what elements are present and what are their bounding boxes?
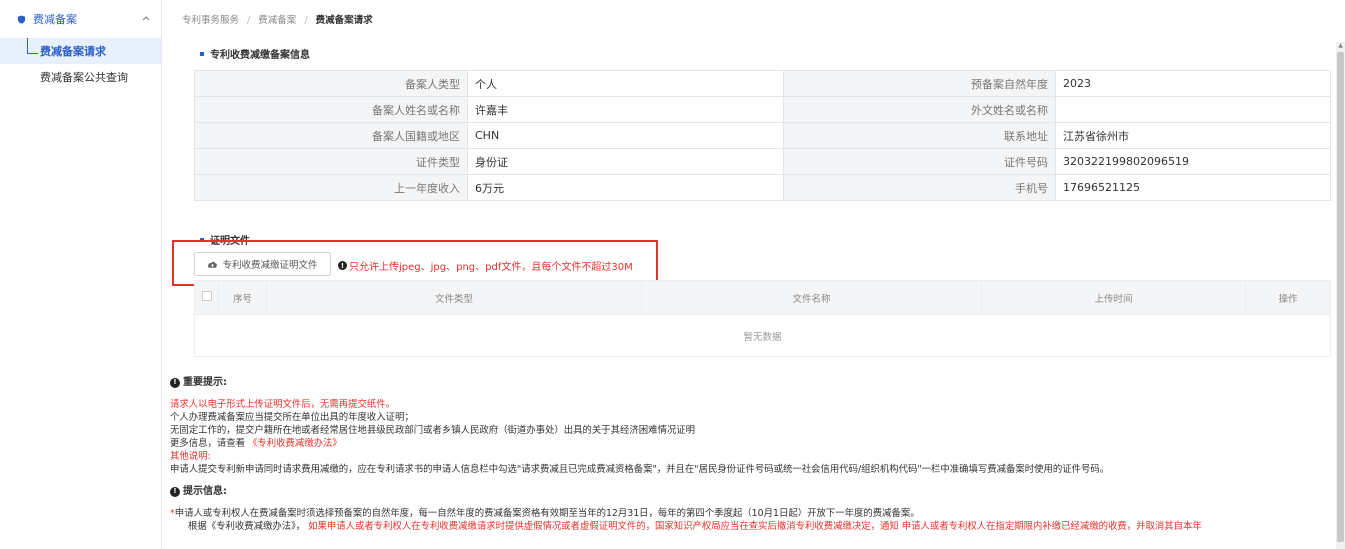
sidebar-group-label: 费减备案	[33, 13, 77, 26]
upload-hint-text: 只允许上传jpeg、jpg、png、pdf文件，且每个文件不超过30M	[349, 262, 633, 273]
field-value: 320322199802096519	[1055, 148, 1331, 175]
section-title-text: 专利收费减缴备案信息	[210, 50, 310, 61]
column-header: 序号	[218, 280, 267, 315]
empty-row: 暂无数据	[194, 314, 1331, 357]
field-label: 备案人姓名或名称	[194, 96, 468, 123]
breadcrumb: 专利事务服务 / 费减备案 / 费减备案请求	[182, 12, 373, 26]
column-header: 上传时间	[981, 280, 1246, 315]
important-line: 个人办理费减备案应当提交所在单位出具的年度收入证明；	[170, 412, 414, 423]
field-value: 身份证	[467, 148, 784, 175]
tips-line-text: 根据《专利收费减缴办法》，	[188, 521, 306, 532]
field-value: CHN	[467, 122, 784, 149]
table-row: 备案人姓名或名称 许嘉丰 外文姓名或名称	[194, 96, 1331, 123]
sidebar-item-public-query[interactable]: 费减备案公共查询	[0, 64, 161, 90]
field-label: 手机号	[783, 174, 1056, 201]
field-value: 许嘉丰	[467, 96, 784, 123]
column-header: 文件名称	[641, 280, 982, 315]
sidebar-group-fee-reduction[interactable]: 费减备案	[0, 0, 161, 38]
important-line: 更多信息，请查看 《专利收费减缴办法》	[170, 437, 1335, 450]
section-marker-icon	[200, 51, 204, 56]
sidebar-item-label: 费减备案公共查询	[40, 71, 128, 84]
select-all-checkbox[interactable]	[201, 291, 212, 301]
field-label: 上一年度收入	[194, 174, 468, 201]
breadcrumb-item[interactable]: 专利事务服务	[182, 15, 239, 26]
field-label: 备案人国籍或地区	[194, 122, 468, 149]
table-row: 证件类型 身份证 证件号码 320322199802096519	[194, 148, 1331, 175]
info-table: 备案人类型 个人 预备案自然年度 2023 备案人姓名或名称 许嘉丰 外文姓名或…	[194, 70, 1331, 201]
field-value: 17696521125	[1055, 174, 1331, 201]
breadcrumb-separator: /	[304, 15, 308, 26]
vertical-scrollbar[interactable]: ▲	[1336, 42, 1345, 549]
table-row: 备案人国籍或地区 CHN 联系地址 江苏省徐州市	[194, 122, 1331, 149]
other-label: 其他说明:	[170, 451, 211, 462]
scroll-up-icon[interactable]: ▲	[1337, 42, 1344, 50]
table-header-row: 序号 文件类型 文件名称 上传时间 操作	[194, 280, 1331, 315]
sidebar: 费减备案 费减备案请求 费减备案公共查询	[0, 0, 162, 549]
tips-title-text: 提示信息:	[183, 486, 227, 497]
breadcrumb-current: 费减备案请求	[315, 15, 373, 26]
scrollbar-thumb[interactable]	[1337, 52, 1344, 542]
tips-line: *申请人或专利权人在费减备案时须选择预备案的自然年度，每一自然年度的费减备案资格…	[170, 507, 1335, 520]
field-value: 江苏省徐州市	[1055, 122, 1331, 149]
important-line: 申请人提交专利新申请同时请求费用减缴的，应在专利请求书的申请人信息栏中勾选"请求…	[170, 464, 1110, 475]
empty-text: 暂无数据	[194, 314, 1331, 357]
tips-line-warning: 如果申请人或者专利权人在专利收费减缴请求时提供虚假情况或者虚假证明文件的，国家知…	[308, 521, 1202, 532]
field-value: 6万元	[467, 174, 784, 201]
regulation-link[interactable]: 《专利收费减缴办法》	[248, 438, 342, 449]
app-root: 费减备案 费减备案请求 费减备案公共查询 专利事务服务 / 费减备案 / 费减备…	[0, 0, 1345, 549]
tree-connector	[27, 38, 38, 54]
main-content: 专利事务服务 / 费减备案 / 费减备案请求 专利收费减缴备案信息 备案人类型 …	[170, 0, 1331, 549]
important-line: 无固定工作的，提交户籍所在地或者经常居住地县级民政部门或者乡镇人民政府（街道办事…	[170, 425, 696, 436]
tips-line: 根据《专利收费减缴办法》， 如果申请人或者专利权人在专利收费减缴请求时提供虚假情…	[170, 520, 1335, 533]
tips-line-text: 申请人或专利权人在费减备案时须选择预备案的自然年度，每一自然年度的费减备案资格有…	[174, 508, 920, 519]
column-header: 文件类型	[266, 280, 642, 315]
sidebar-item-fee-reduction-request[interactable]: 费减备案请求	[0, 38, 161, 64]
breadcrumb-separator: /	[247, 15, 251, 26]
info-icon: !	[170, 377, 180, 388]
field-label: 外文姓名或名称	[783, 96, 1056, 123]
upload-hint: ! 只允许上传jpeg、jpg、png、pdf文件，且每个文件不超过30M	[338, 258, 633, 273]
more-info-text: 更多信息，请查看	[170, 438, 246, 449]
info-section-title: 专利收费减缴备案信息	[200, 46, 310, 61]
upload-proof-button[interactable]: 专利收费减缴证明文件	[194, 252, 331, 276]
field-label: 证件类型	[194, 148, 468, 175]
info-icon: !	[170, 486, 180, 497]
info-icon: !	[338, 261, 347, 270]
notes-section: ! 重要提示: 请求人以电子形式上传证明文件后，无需再提交纸件。 个人办理费减备…	[170, 376, 1335, 533]
field-value: 2023	[1055, 70, 1331, 97]
field-label: 证件号码	[783, 148, 1056, 175]
field-value: 个人	[467, 70, 784, 97]
files-table: 序号 文件类型 文件名称 上传时间 操作 暂无数据	[194, 280, 1331, 357]
tips-title: ! 提示信息:	[170, 485, 1335, 498]
upload-button-label: 专利收费减缴证明文件	[222, 260, 318, 271]
field-label: 联系地址	[783, 122, 1056, 149]
chevron-up-icon	[142, 16, 150, 21]
column-header: 操作	[1245, 280, 1331, 315]
shield-icon	[17, 14, 26, 24]
important-title: ! 重要提示:	[170, 376, 1335, 389]
important-line: 请求人以电子形式上传证明文件后，无需再提交纸件。	[170, 399, 396, 410]
breadcrumb-item[interactable]: 费减备案	[258, 15, 296, 26]
field-value	[1055, 96, 1331, 123]
field-label: 预备案自然年度	[783, 70, 1056, 97]
select-all-cell[interactable]	[194, 280, 219, 315]
table-row: 备案人类型 个人 预备案自然年度 2023	[194, 70, 1331, 97]
field-label: 备案人类型	[194, 70, 468, 97]
cloud-upload-icon	[208, 261, 218, 268]
table-row: 上一年度收入 6万元 手机号 17696521125	[194, 174, 1331, 201]
important-title-text: 重要提示:	[183, 377, 227, 388]
sidebar-item-label: 费减备案请求	[40, 45, 106, 58]
